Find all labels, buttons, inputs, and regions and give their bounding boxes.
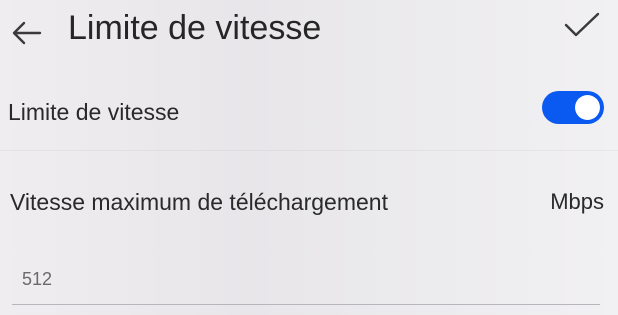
max-download-label: Vitesse maximum de téléchargement (10, 189, 388, 215)
speed-unit-label: Mbps (550, 189, 604, 214)
speed-limit-row[interactable]: Limite de vitesse (0, 78, 618, 140)
settings-screen: Limite de vitesse Limite de vitesse Vite… (0, 0, 618, 315)
max-download-input[interactable] (12, 256, 600, 302)
input-underline (12, 304, 600, 305)
checkmark-icon[interactable] (562, 10, 602, 40)
speed-limit-label: Limite de vitesse (8, 99, 180, 125)
switch-knob (575, 95, 600, 120)
speed-limit-switch[interactable] (542, 91, 604, 124)
arrow-left-icon[interactable] (10, 18, 44, 48)
max-download-field (12, 256, 600, 308)
section-divider (0, 150, 618, 151)
max-download-row: Vitesse maximum de téléchargement Mbps (0, 176, 618, 226)
page-title: Limite de vitesse (68, 9, 322, 47)
header-bar: Limite de vitesse (0, 0, 618, 62)
